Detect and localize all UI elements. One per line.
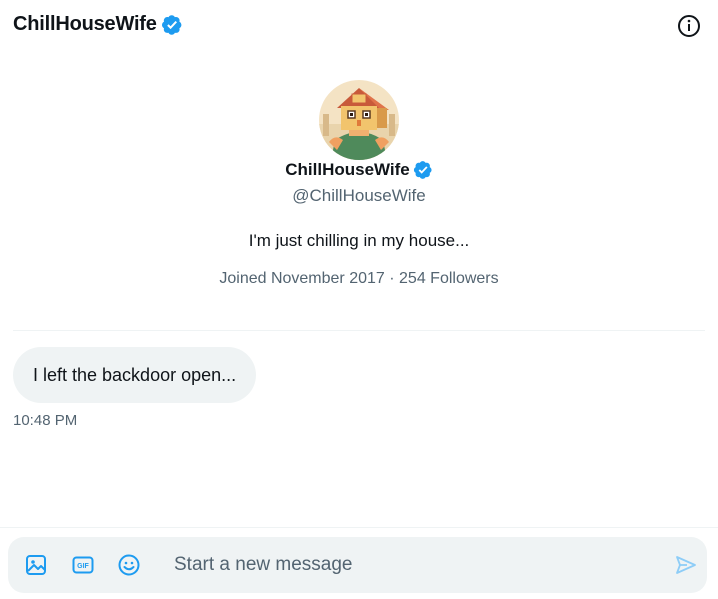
image-icon[interactable] [24, 553, 48, 577]
info-icon[interactable] [676, 13, 702, 39]
message-input[interactable] [174, 547, 654, 583]
profile-name-row[interactable]: ChillHouseWife [0, 160, 718, 180]
gif-icon[interactable]: GIF [71, 553, 95, 577]
message-bubble[interactable]: I left the backdoor open... [13, 347, 257, 403]
followers-count[interactable]: 254 Followers [399, 270, 499, 287]
gif-label: GIF [77, 563, 89, 570]
message-timestamp: 10:48 PM [13, 412, 78, 429]
send-icon[interactable] [674, 553, 698, 577]
profile-name: ChillHouseWife [285, 160, 410, 179]
meta-separator: · [389, 270, 395, 287]
composer-divider [0, 527, 718, 528]
verified-badge-icon [161, 14, 182, 35]
profile-meta: Joined November 2017 · 254 Followers [0, 270, 718, 288]
avatar[interactable] [319, 80, 399, 160]
joined-date: Joined November 2017 [219, 270, 385, 287]
header-title: ChillHouseWife [13, 13, 183, 36]
message-composer: GIF [8, 537, 707, 593]
verified-badge-icon [413, 161, 432, 179]
conversation-header: ChillHouseWife [0, 0, 718, 52]
emoji-icon[interactable] [117, 553, 141, 577]
profile-divider [13, 330, 705, 331]
profile-bio: I'm just chilling in my house... [248, 231, 470, 250]
profile-handle[interactable]: @ChillHouseWife [0, 186, 718, 206]
header-name: ChillHouseWife [13, 13, 157, 35]
